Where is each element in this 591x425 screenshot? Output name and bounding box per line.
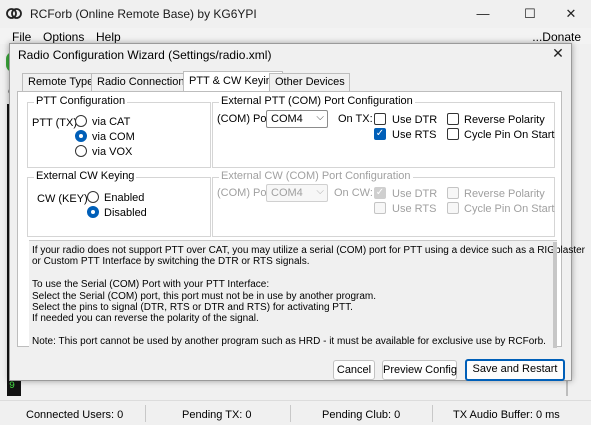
menu-file[interactable]: File (12, 30, 31, 44)
cw-disabled-radio[interactable] (87, 206, 99, 218)
cw-cycle-pin-checkbox[interactable] (447, 202, 459, 214)
help-text-line: If needed you can reverse the polarity o… (32, 313, 259, 325)
menu-options[interactable]: Options (43, 30, 84, 44)
app-icon (6, 8, 22, 19)
cw-enabled-label[interactable]: Enabled (104, 192, 144, 204)
help-text-line: Select the pins to signal (DTR, RTS or D… (32, 302, 353, 313)
cw-reverse-polarity-label[interactable]: Reverse Polarity (464, 188, 545, 200)
help-text-scrollbar[interactable] (553, 242, 557, 348)
ptt-reverse-polarity-label[interactable]: Reverse Polarity (464, 114, 545, 126)
group-title: PTT Configuration (34, 95, 128, 107)
close-icon: ✕ (565, 6, 577, 21)
menu-donate[interactable]: ...Donate (532, 30, 581, 44)
help-text-line: If your radio does not support PTT over … (32, 245, 586, 256)
cw-use-dtr-checkbox[interactable]: ✓ (374, 187, 386, 199)
tab-remote-type[interactable]: Remote Type (22, 73, 99, 91)
tab-radio-connection[interactable]: Radio Connection (91, 73, 190, 91)
window-title: RCForb (Online Remote Base) by KG6YPI (30, 7, 257, 21)
pending-tx-status: Pending TX: 0 (182, 409, 252, 421)
pending-club-status: Pending Club: 0 (322, 409, 401, 421)
ptt-use-rts-checkbox[interactable]: ✓ (374, 128, 386, 140)
cw-port-value: COM4 (271, 187, 303, 199)
group-title: External PTT (COM) Port Configuration (219, 95, 415, 107)
close-icon: ✕ (552, 45, 564, 61)
ptt-via-vox-label[interactable]: via VOX (92, 146, 132, 158)
help-text-line: To use the Serial (COM) Port with your P… (32, 279, 270, 291)
help-text-area: If your radio does not support PTT over … (29, 240, 585, 352)
ptt-via-vox-radio[interactable] (75, 145, 87, 157)
dialog-close-button[interactable]: ✕ (549, 45, 567, 63)
cw-enabled-radio[interactable] (87, 191, 99, 203)
connected-users-status: Connected Users: 0 (26, 409, 124, 421)
maximize-icon: ☐ (524, 6, 536, 21)
help-text-line: Note: This port cannot be used by anothe… (32, 336, 546, 348)
ptt-label: PTT (TX) (32, 117, 78, 129)
cw-reverse-polarity-checkbox[interactable] (447, 187, 459, 199)
cw-disabled-label[interactable]: Disabled (104, 207, 147, 219)
maximize-button[interactable]: ☐ (507, 0, 553, 28)
menu-help[interactable]: Help (96, 30, 121, 44)
cw-key-label: CW (KEY) (37, 193, 88, 205)
ptt-port-value: COM4 (271, 113, 303, 125)
minimize-button[interactable]: — (460, 0, 506, 28)
ptt-cycle-pin-checkbox[interactable] (447, 128, 459, 140)
dialog-title: Radio Configuration Wizard (Settings/rad… (18, 48, 272, 62)
on-tx-label: On TX: (338, 113, 373, 125)
ptt-via-com-label[interactable]: via COM (92, 131, 135, 143)
ptt-use-dtr-checkbox[interactable] (374, 113, 386, 125)
cancel-button[interactable]: Cancel (333, 360, 375, 380)
group-title: External CW Keying (34, 170, 137, 182)
cw-port-select[interactable]: COM4 ⌵ (266, 184, 328, 202)
ptt-use-dtr-label[interactable]: Use DTR (392, 114, 437, 126)
cw-use-rts-label[interactable]: Use RTS (392, 203, 436, 215)
console-line: 9 (9, 381, 16, 393)
ptt-port-select[interactable]: COM4 ⌵ (266, 110, 328, 128)
cw-port-label: (COM) Port (217, 187, 274, 199)
ptt-via-cat-label[interactable]: via CAT (92, 116, 130, 128)
close-button[interactable]: ✕ (548, 0, 591, 28)
group-title: External CW (COM) Port Configuration (219, 170, 413, 182)
status-separator (290, 405, 291, 422)
title-bar: RCForb (Online Remote Base) by KG6YPI — … (0, 0, 591, 28)
ptt-via-cat-radio[interactable] (75, 115, 87, 127)
minimize-icon: — (476, 6, 490, 21)
save-and-restart-button[interactable]: Save and Restart (465, 359, 565, 381)
ptt-reverse-polarity-checkbox[interactable] (447, 113, 459, 125)
preview-config-button[interactable]: Preview Config (382, 360, 457, 380)
chevron-down-icon: ⌵ (316, 112, 324, 123)
on-cw-label: On CW: (334, 187, 373, 199)
ptt-use-rts-label[interactable]: Use RTS (392, 129, 436, 141)
ptt-via-com-radio[interactable] (75, 130, 87, 142)
cw-cycle-pin-label[interactable]: Cycle Pin On Start (464, 203, 554, 215)
chevron-down-icon: ⌵ (316, 186, 324, 197)
help-text-line: Select the Serial (COM) port, this port … (32, 290, 377, 302)
ptt-cycle-pin-label[interactable]: Cycle Pin On Start (464, 129, 554, 141)
status-bar: Connected Users: 0 Pending TX: 0 Pending… (0, 400, 591, 425)
status-separator (145, 405, 146, 422)
cw-use-dtr-label[interactable]: Use DTR (392, 188, 437, 200)
tab-other-devices[interactable]: Other Devices (269, 73, 350, 91)
status-separator (432, 405, 433, 422)
help-text-line: or Custom PTT Interface by switching the… (32, 256, 310, 268)
cw-use-rts-checkbox[interactable] (374, 202, 386, 214)
tx-audio-buffer-status: TX Audio Buffer: 0 ms (453, 409, 560, 421)
ptt-port-label: (COM) Port (217, 113, 274, 125)
menu-bar: File Options Help ...Donate (0, 28, 591, 44)
